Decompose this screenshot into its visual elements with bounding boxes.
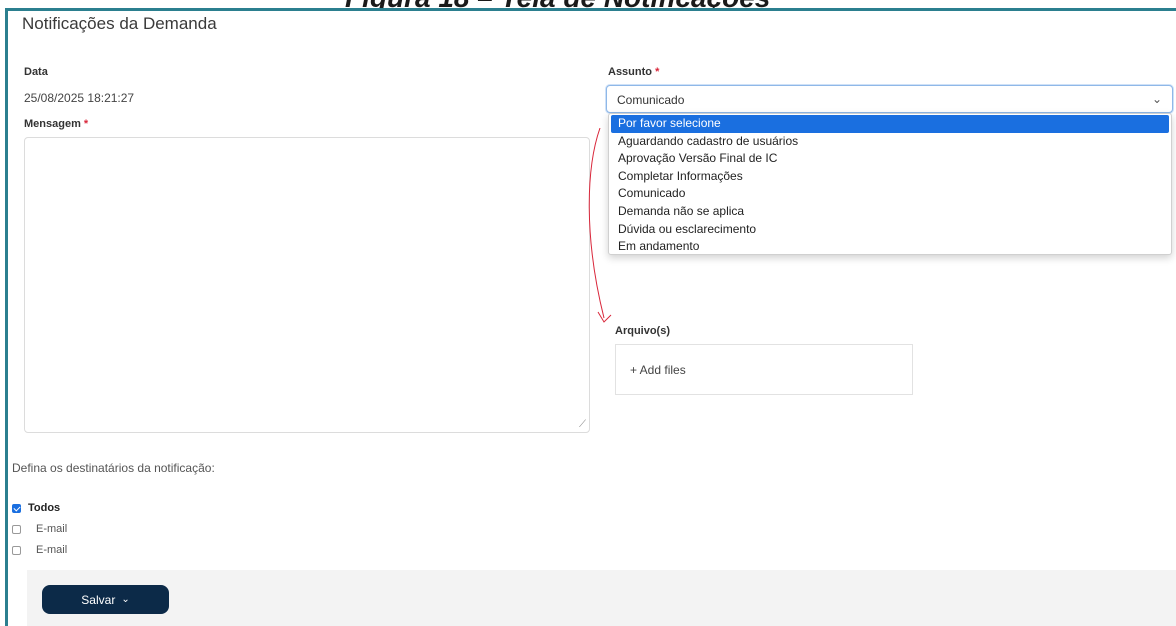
required-mark: * [83,118,89,130]
file-upload-area[interactable]: + Add files [615,344,913,395]
dropdown-option[interactable]: Dúvida ou esclarecimento [609,221,1171,239]
recipients-label: Defina os destinatários da notificação: [12,461,215,475]
dropdown-option[interactable]: Aguardando cadastro de usuários [609,133,1171,151]
recipient-email[interactable]: E-mail [12,544,67,556]
resize-grip-icon[interactable]: ⟋ [579,419,586,430]
recipient-label: E-mail [36,544,68,556]
mensagem-label-text: Mensagem [24,118,81,130]
checkbox[interactable] [12,524,21,534]
data-value: 25/08/2025 18:21:27 [24,91,135,105]
assunto-selected-value: Comunicado [617,93,685,107]
recipient-todos[interactable]: Todos [12,502,60,514]
required-mark: * [655,66,660,78]
data-label: Data [24,66,48,78]
add-files-button[interactable]: + Add files [630,363,686,377]
assunto-label: Assunto * [608,66,659,78]
dropdown-option[interactable]: Comunicado [609,185,1171,203]
chevron-down-icon: ⌄ [1151,92,1162,106]
dropdown-option[interactable]: Por favor selecione [611,115,1169,133]
recipient-email[interactable]: E-mail [12,523,67,535]
save-button-label: Salvar [81,592,116,607]
recipient-label: E-mail [36,523,68,535]
recipient-label: Todos [28,502,61,514]
assunto-dropdown-list: Por favor selecione Aguardando cadastro … [608,113,1172,255]
checkbox-checked[interactable] [12,503,21,513]
dropdown-option[interactable]: Aprovação Versão Final de IC [609,150,1171,168]
mensagem-textarea[interactable]: ⟋ [24,137,590,433]
annotation-arrow [588,128,612,323]
mensagem-label: Mensagem * [24,118,88,130]
page-title: Notificações da Demanda [22,14,217,33]
arquivos-label: Arquivo(s) [615,325,670,337]
dropdown-option[interactable]: Demanda não se aplica [609,203,1171,221]
form-footer [27,570,1176,626]
dropdown-option[interactable]: Em andamento [609,238,1171,256]
dropdown-option[interactable]: Completar Informações [609,168,1171,186]
assunto-select[interactable]: Comunicado ⌄ [606,85,1173,113]
chevron-down-icon: ⌄ [121,594,130,605]
checkbox[interactable] [12,545,21,555]
assunto-label-text: Assunto [608,66,652,78]
save-button[interactable]: Salvar ⌄ [42,585,169,614]
